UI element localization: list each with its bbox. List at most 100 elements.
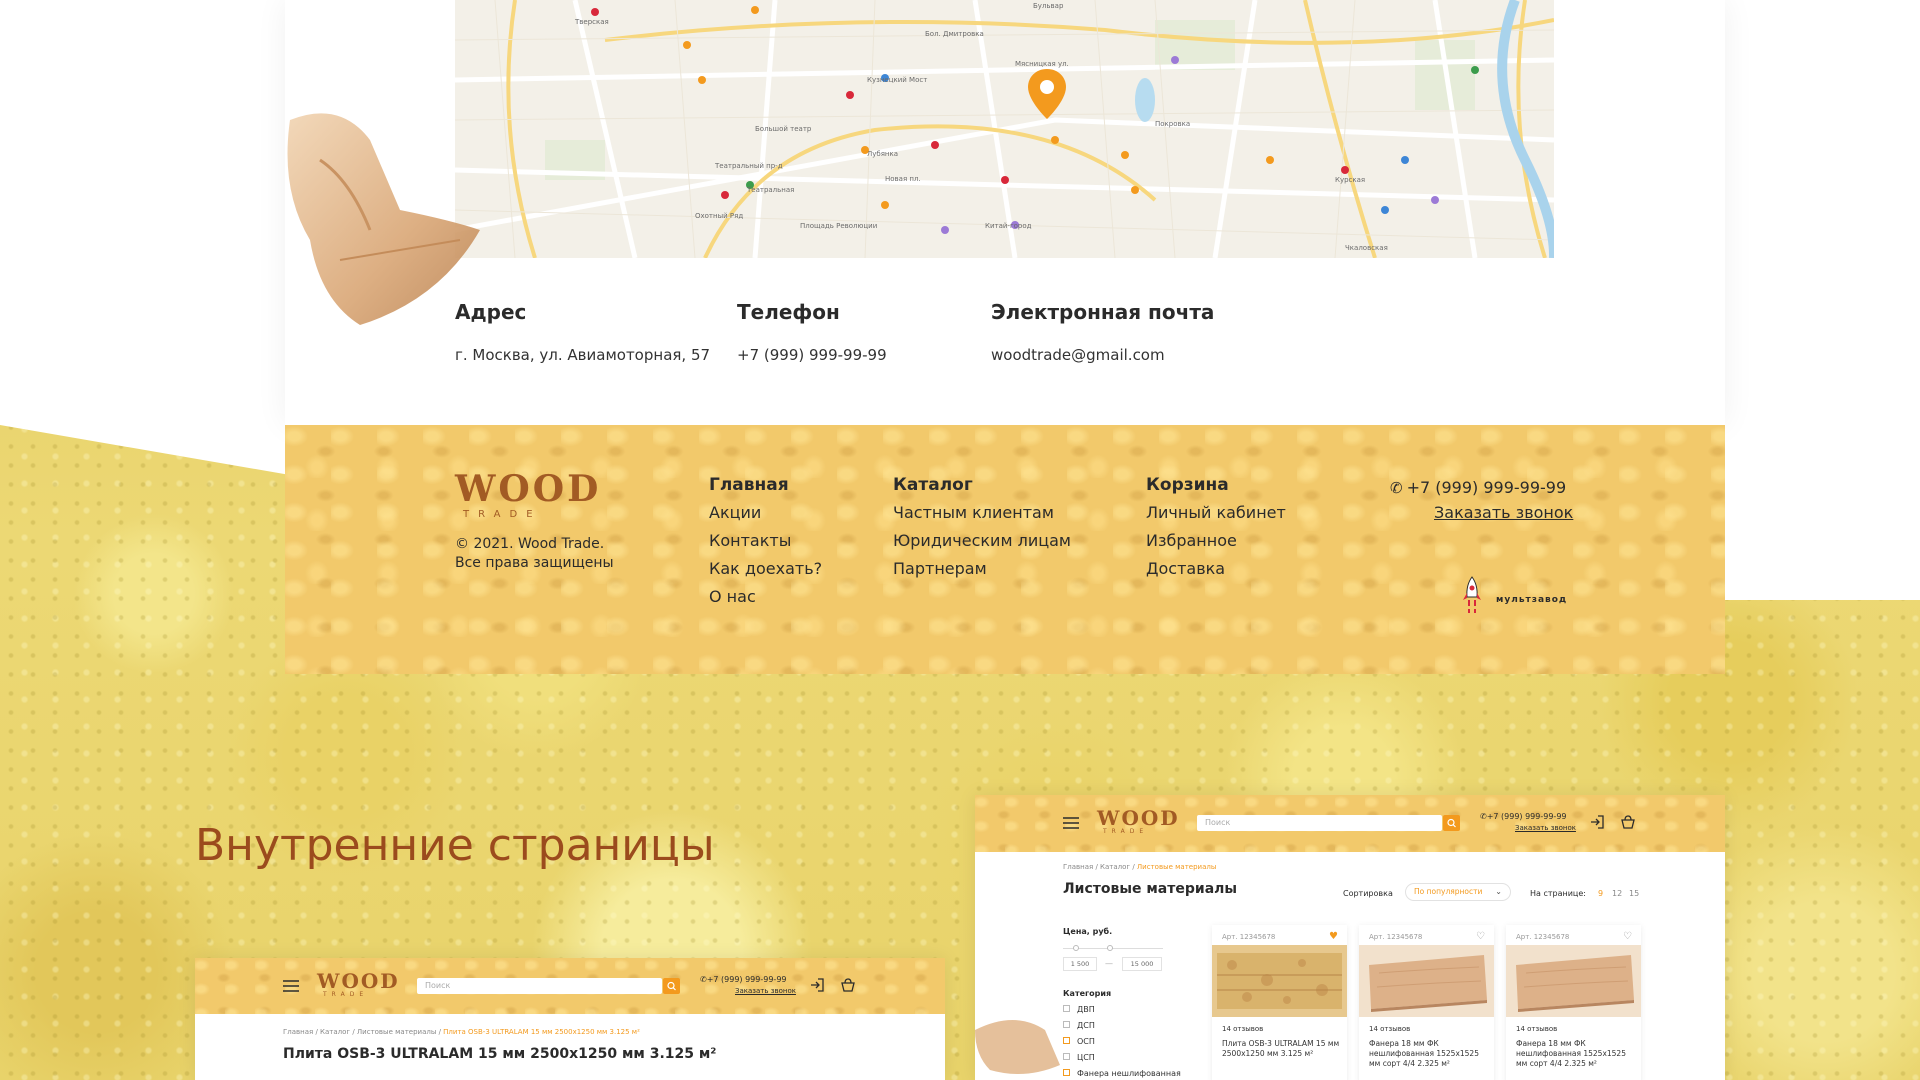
footer-link-contacts[interactable]: Контакты — [709, 527, 822, 555]
logo-wood-text: WOOD — [1097, 806, 1180, 830]
breadcrumb-path[interactable]: Главная / Каталог / — [1063, 863, 1137, 871]
map-label: Новая пл. — [885, 175, 921, 183]
map-label: Кузнецкий Мост — [867, 76, 928, 84]
search-input[interactable]: Поиск — [1197, 815, 1442, 831]
phone-value[interactable]: +7 (999) 999-99-99 — [737, 346, 887, 364]
cart-icon[interactable] — [1620, 814, 1636, 830]
heart-icon[interactable]: ♥ — [1329, 931, 1338, 942]
catalog-title: Листовые материалы — [1063, 881, 1238, 897]
per-page-option[interactable]: 9 — [1598, 889, 1603, 898]
mini-callback-link[interactable]: Заказать звонок — [735, 987, 796, 995]
map-label: Большой театр — [755, 125, 812, 133]
footer-link-main[interactable]: Главная — [709, 475, 822, 499]
footer-link-delivery[interactable]: Доставка — [1146, 555, 1286, 583]
mini-phone[interactable]: ✆+7 (999) 999-99-99 — [1480, 812, 1567, 821]
heart-icon[interactable]: ♡ — [1476, 931, 1485, 942]
per-page-option[interactable]: 15 — [1629, 889, 1639, 898]
map-label: Бульвар — [1033, 2, 1064, 10]
category-checkbox[interactable]: ОСП — [1063, 1034, 1181, 1050]
search-button[interactable] — [1443, 815, 1460, 831]
category-checkbox[interactable]: ДВП — [1063, 1002, 1181, 1018]
footer-link-favorites[interactable]: Избранное — [1146, 527, 1286, 555]
footer-link-legal[interactable]: Юридическим лицам — [893, 527, 1071, 555]
site-footer: WOOD TRADE © 2021. Wood Trade. Все права… — [285, 425, 1725, 674]
price-to-input[interactable]: 15 000 — [1122, 957, 1162, 971]
category-checkbox[interactable]: ДСП — [1063, 1018, 1181, 1034]
category-label: ОСП — [1077, 1037, 1095, 1046]
footer-link-about[interactable]: О нас — [709, 583, 822, 611]
footer-link-partners[interactable]: Партнерам — [893, 555, 1071, 583]
footer-logo[interactable]: WOOD TRADE — [455, 471, 601, 520]
product-title[interactable]: Фанера 18 мм ФК нешлифованная 1525х1525 … — [1516, 1039, 1634, 1069]
mini-phone-text: +7 (999) 999-99-99 — [1486, 812, 1567, 821]
footer-link-private[interactable]: Частным клиентам — [893, 499, 1071, 527]
footer-phone[interactable]: ✆ +7 (999) 999-99-99 — [1390, 478, 1566, 497]
breadcrumb: Главная / Каталог / Листовые материалы — [1063, 863, 1216, 871]
footer-link-promo[interactable]: Акции — [709, 499, 822, 527]
address-block: Адрес г. Москва, ул. Авиамоторная, 57 — [455, 300, 710, 364]
mini-product-page: WOOD TRADE Поиск ✆+7 (999) 999-99-99 Зак… — [195, 958, 945, 1080]
footer-link-cart[interactable]: Корзина — [1146, 475, 1286, 499]
map-label: Площадь Революции — [800, 222, 878, 230]
product-card[interactable]: Арт. 12345678 ♥ 14 отзывов Плита OSB-3 U… — [1212, 925, 1347, 1080]
product-card[interactable]: Арт. 12345678 ♡ 14 отзывов Фанера 18 мм … — [1506, 925, 1641, 1080]
address-title: Адрес — [455, 300, 527, 324]
product-title[interactable]: Фанера 18 мм ФК нешлифованная 1525х1525 … — [1369, 1039, 1487, 1069]
login-icon[interactable] — [809, 977, 825, 993]
price-slider-handle[interactable] — [1107, 945, 1113, 951]
menu-icon[interactable] — [1063, 817, 1079, 829]
map-label: Чкаловская — [1345, 244, 1388, 252]
sort-label: Сортировка — [1343, 889, 1393, 898]
product-reviews[interactable]: 14 отзывов — [1516, 1025, 1557, 1033]
product-art: Арт. 12345678 — [1222, 933, 1276, 941]
footer-link-directions[interactable]: Как доехать? — [709, 555, 822, 583]
search-icon — [1447, 818, 1456, 828]
category-checkbox[interactable]: Фанера нешлифованная — [1063, 1066, 1181, 1080]
mini-catalog-page: WOOD TRADE Поиск ✆+7 (999) 999-99-99 Зак… — [975, 795, 1725, 1080]
category-list: ДВП ДСП ОСП ЦСП Фанера нешлифованная — [1063, 1002, 1181, 1080]
email-block: Электронная почта woodtrade@gmail.com — [991, 300, 1214, 364]
category-filter-label: Категория — [1063, 989, 1112, 998]
product-reviews[interactable]: 14 отзывов — [1369, 1025, 1410, 1033]
product-title: Плита OSB-3 ULTRALAM 15 мм 2500х1250 мм … — [283, 1046, 717, 1062]
footer-link-account[interactable]: Личный кабинет — [1146, 499, 1286, 527]
cart-icon[interactable] — [840, 977, 856, 993]
breadcrumb-path[interactable]: Главная / Каталог / Листовые материалы / — [283, 1028, 443, 1036]
category-label: ДСП — [1077, 1021, 1095, 1030]
login-icon[interactable] — [1589, 814, 1605, 830]
map-pin-icon[interactable] — [1028, 69, 1066, 119]
per-page-label: На странице: — [1530, 889, 1586, 898]
developer-logo[interactable]: мультзавод — [1496, 595, 1567, 605]
email-value[interactable]: woodtrade@gmail.com — [991, 346, 1214, 364]
footer-callback-link[interactable]: Заказать звонок — [1434, 503, 1573, 522]
price-slider-handle[interactable] — [1073, 945, 1079, 951]
mini-phone[interactable]: ✆+7 (999) 999-99-99 — [700, 975, 787, 984]
search-button[interactable] — [663, 978, 680, 994]
category-checkbox[interactable]: ЦСП — [1063, 1050, 1181, 1066]
footer-link-catalog[interactable]: Каталог — [893, 475, 1071, 499]
price-from-input[interactable]: 1 500 — [1063, 957, 1097, 971]
location-map[interactable]: Тверская Бульвар Кузнецкий Мост Лубянка … — [455, 0, 1554, 258]
product-card[interactable]: Арт. 12345678 ♡ 14 отзывов Фанера 18 мм … — [1359, 925, 1494, 1080]
heart-icon[interactable]: ♡ — [1623, 931, 1632, 942]
price-filter-label: Цена, руб. — [1063, 927, 1113, 936]
breadcrumb-current: Листовые материалы — [1136, 863, 1217, 871]
map-label: Покровка — [1155, 120, 1191, 128]
product-reviews[interactable]: 14 отзывов — [1222, 1025, 1263, 1033]
phone-icon: ✆ — [1390, 479, 1403, 497]
mini-logo[interactable]: WOOD TRADE — [317, 971, 400, 998]
breadcrumb-current: Плита OSB-3 ULTRALAM 15 мм 2500x1250 мм … — [443, 1028, 640, 1036]
price-slider-track[interactable] — [1063, 945, 1163, 951]
per-page-option[interactable]: 12 — [1612, 889, 1622, 898]
mini-callback-link[interactable]: Заказать звонок — [1515, 824, 1576, 832]
phone-icon: ✆ — [1480, 812, 1487, 821]
product-title[interactable]: Плита OSB-3 ULTRALAM 15 мм 2500х1250 мм … — [1222, 1039, 1340, 1059]
section-title: Внутренние страницы — [195, 820, 715, 871]
phone-icon: ✆ — [700, 975, 707, 984]
search-input[interactable]: Поиск — [417, 978, 662, 994]
map-label: Охотный Ряд — [695, 212, 744, 220]
logo-trade-text: TRADE — [463, 509, 542, 520]
menu-icon[interactable] — [283, 980, 299, 992]
mini-logo[interactable]: WOOD TRADE — [1097, 808, 1180, 835]
sort-select[interactable]: По популярности ⌄ — [1405, 883, 1511, 901]
